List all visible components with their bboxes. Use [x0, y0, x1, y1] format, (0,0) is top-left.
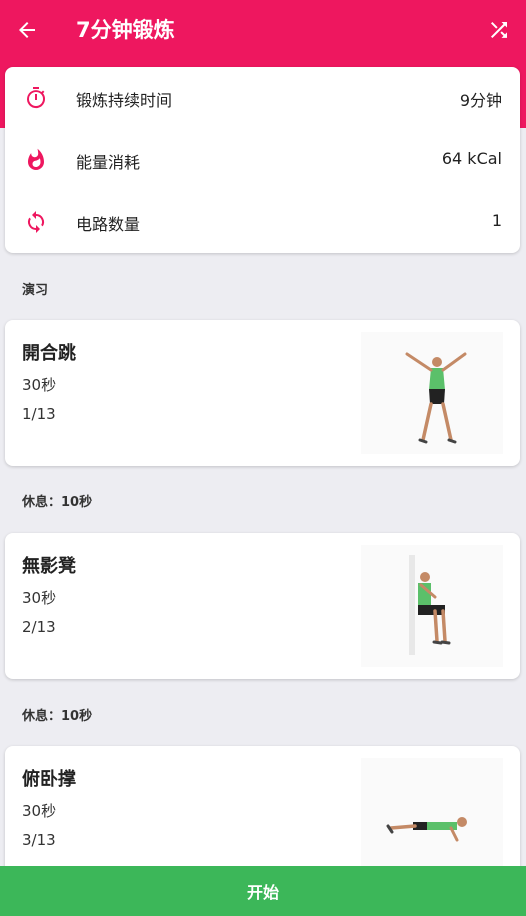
circuits-value: 1	[491, 211, 502, 230]
exercise-name: 俯卧撑	[22, 769, 76, 790]
summary-row-energy: 能量消耗 64 kCal	[5, 129, 520, 191]
flame-icon	[23, 147, 49, 173]
wall-sit-illustration	[361, 545, 503, 667]
summary-card: 锻炼持续时间 9分钟 能量消耗 64 kCal 电路数量 1	[5, 67, 520, 253]
shuffle-icon	[491, 22, 507, 38]
push-up-illustration	[361, 758, 503, 880]
circuits-label: 电路数量	[76, 215, 141, 234]
exercise-name: 無影凳	[22, 556, 76, 577]
exercise-index: 3/13	[22, 831, 56, 849]
exercise-duration: 30秒	[22, 802, 57, 820]
arrow-left-icon	[19, 22, 35, 38]
exercises-section-title: 演习	[22, 283, 49, 298]
shuffle-button[interactable]	[484, 15, 514, 45]
rest-value: 10秒	[61, 495, 93, 510]
repeat-icon	[23, 209, 49, 235]
exercise-card[interactable]: 開合跳 30秒 1/13	[5, 320, 520, 466]
exercise-card[interactable]: 無影凳 30秒 2/13	[5, 533, 520, 679]
summary-row-duration: 锻炼持续时间 9分钟	[5, 67, 520, 129]
rest-indicator: 休息：10秒	[22, 705, 92, 724]
exercise-index: 2/13	[22, 618, 56, 636]
duration-value: 9分钟	[459, 91, 502, 110]
stopwatch-icon	[23, 85, 49, 111]
summary-row-circuits: 电路数量 1	[5, 191, 520, 253]
jumping-jacks-illustration	[361, 332, 503, 454]
exercise-duration: 30秒	[22, 589, 57, 607]
exercise-index: 1/13	[22, 405, 56, 423]
rest-value: 10秒	[61, 709, 93, 724]
start-button[interactable]: 开始	[0, 866, 526, 916]
exercise-duration: 30秒	[22, 376, 57, 394]
rest-label: 休息：	[22, 495, 62, 510]
back-button[interactable]	[12, 15, 42, 45]
rest-label: 休息：	[22, 709, 62, 724]
app-bar-row: 7分钟锻炼	[0, 0, 526, 62]
energy-label: 能量消耗	[76, 153, 141, 172]
energy-value: 64 kCal	[441, 149, 502, 168]
exercise-name: 開合跳	[22, 343, 76, 364]
rest-indicator: 休息：10秒	[22, 491, 92, 510]
page-title: 7分钟锻炼	[76, 18, 175, 42]
duration-label: 锻炼持续时间	[76, 91, 173, 110]
